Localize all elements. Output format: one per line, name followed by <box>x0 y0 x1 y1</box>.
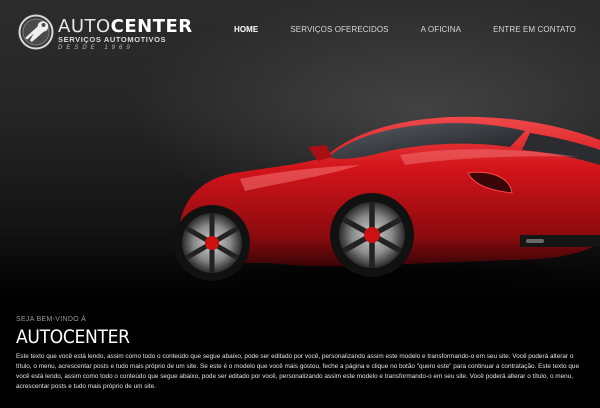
nav-home[interactable]: HOME <box>234 25 258 39</box>
intro-paragraph: Este texto que você está lendo, assim co… <box>16 353 579 390</box>
nav-contato[interactable]: ENTRE EM CONTATO <box>493 25 576 39</box>
main-content: SEJA BEM-VINDO À AUTOCENTER Este texto q… <box>16 316 586 392</box>
nav-servicos[interactable]: SERVIÇOS OFERECIDOS <box>290 25 388 39</box>
main-nav: HOME SERVIÇOS OFERECIDOS A OFICINA ENTRE… <box>202 25 576 39</box>
brand-since: DESDE 1969 <box>58 45 134 51</box>
wrench-badge-icon <box>18 14 54 50</box>
brand-name: AUTOCENTER <box>58 16 193 37</box>
nav-oficina[interactable]: A OFICINA <box>421 25 461 39</box>
site-logo[interactable]: AUTOCENTER SERVIÇOS AUTOMOTIVOS DESDE 19… <box>18 14 192 54</box>
red-sports-car-image <box>150 116 600 297</box>
brand-name-part1: AUTO <box>58 16 111 37</box>
page-title: AUTOCENTER <box>16 326 130 348</box>
brand-tagline: SERVIÇOS AUTOMOTIVOS <box>58 35 167 44</box>
hero-section: AUTOCENTER SERVIÇOS AUTOMOTIVOS DESDE 19… <box>0 0 600 300</box>
site-header: AUTOCENTER SERVIÇOS AUTOMOTIVOS DESDE 19… <box>0 0 600 60</box>
welcome-text: SEJA BEM-VINDO À <box>16 316 87 323</box>
brand-name-part2: CENTER <box>110 16 193 37</box>
